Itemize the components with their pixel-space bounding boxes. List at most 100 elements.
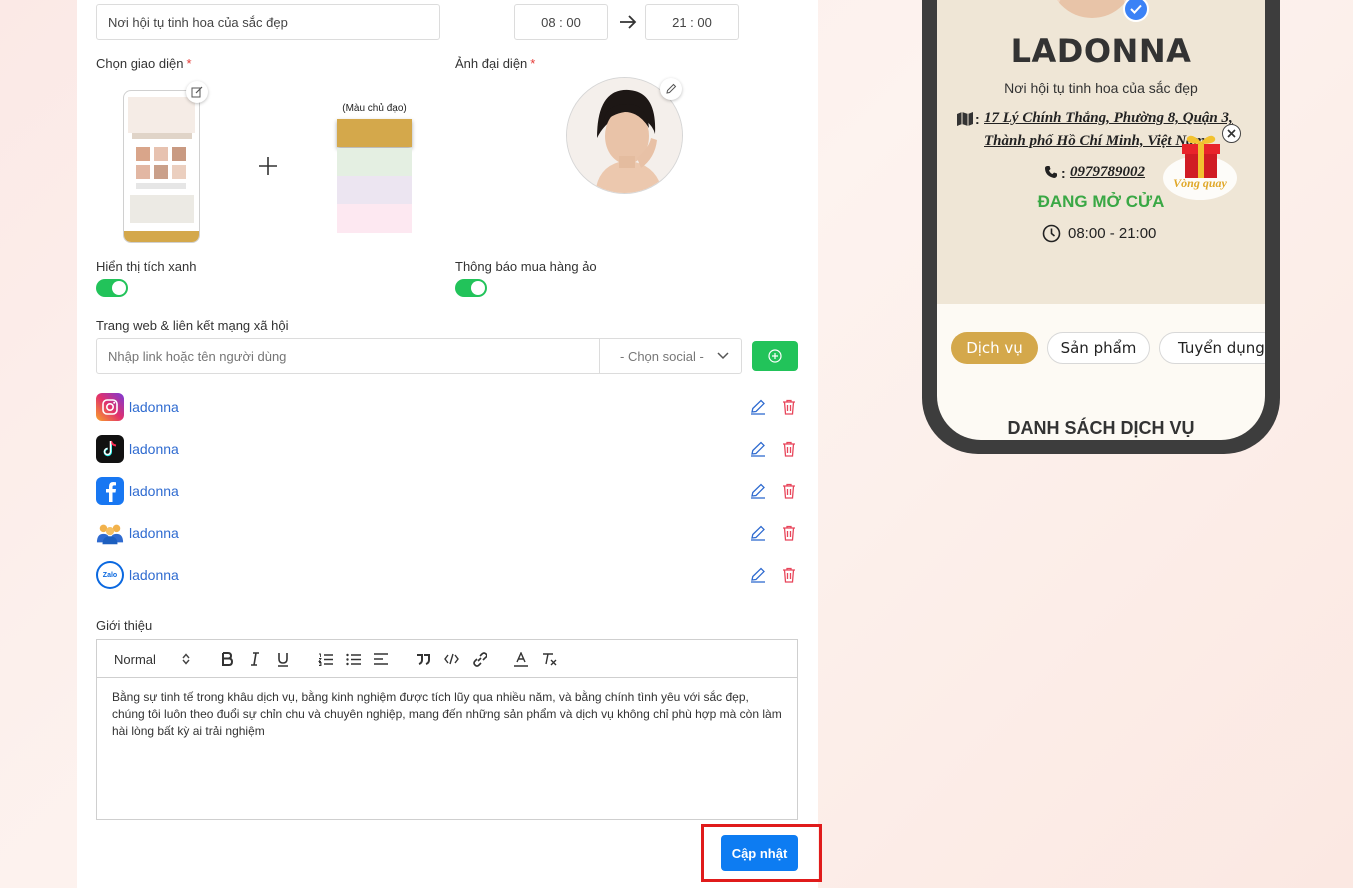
- intro-text[interactable]: Bằng sự tinh tế trong khâu dịch vụ, bằng…: [112, 689, 784, 740]
- map-icon: [957, 112, 973, 126]
- code-button[interactable]: [442, 640, 460, 678]
- blockquote-button[interactable]: [414, 640, 432, 678]
- main-color-label: (Màu chủ đạo): [342, 103, 407, 114]
- code-icon: [443, 653, 459, 665]
- clear-format-button[interactable]: [540, 640, 558, 678]
- underline-icon: [278, 652, 288, 667]
- format-select[interactable]: Normal: [114, 640, 194, 678]
- close-icon: [1227, 129, 1236, 138]
- intro-label: Giới thiệu: [96, 618, 153, 633]
- verified-toggle[interactable]: [96, 279, 128, 297]
- lucky-wheel-widget[interactable]: Vòng quay: [1159, 132, 1241, 208]
- fake-order-toggle[interactable]: [455, 279, 487, 297]
- tab-recruitment[interactable]: Tuyển dụng: [1159, 332, 1265, 364]
- social-item-name: ladonna: [129, 525, 179, 541]
- phone-prefix: :: [1061, 165, 1066, 181]
- edit-icon: [191, 86, 203, 98]
- bullet-list-button[interactable]: [344, 640, 362, 678]
- slogan-input[interactable]: Nơi hội tụ tinh hoa của sắc đẹp: [96, 4, 440, 40]
- tab-services[interactable]: Dịch vụ: [951, 332, 1038, 364]
- close-time-input[interactable]: 21 : 00: [645, 4, 739, 40]
- theme-thumbnail[interactable]: [123, 90, 200, 243]
- social-item: Zalo ladonna: [96, 560, 798, 590]
- chevron-down-icon: [717, 352, 729, 360]
- social-item-name: ladonna: [129, 483, 179, 499]
- quote-icon: [417, 654, 430, 665]
- social-link-input[interactable]: [97, 339, 599, 373]
- palette-swatch[interactable]: [337, 176, 412, 204]
- required-mark: *: [530, 56, 536, 71]
- social-input-group: - Chọn social -: [96, 338, 742, 374]
- social-select[interactable]: - Chọn social -: [599, 339, 741, 373]
- plus-icon: [259, 157, 277, 175]
- format-select-value: Normal: [114, 651, 156, 667]
- zalo-icon: Zalo: [96, 561, 124, 589]
- pencil-icon: [666, 83, 677, 94]
- arrow-right-icon: [620, 15, 637, 29]
- address-link[interactable]: 17 Lý Chính Thắng, Phường 8, Quận 3,: [984, 110, 1233, 127]
- edit-social-button[interactable]: [749, 398, 767, 416]
- text-color-icon: [514, 651, 528, 667]
- verified-label: Hiển thị tích xanh: [96, 259, 197, 274]
- delete-social-button[interactable]: [780, 398, 798, 416]
- delete-social-button[interactable]: [780, 524, 798, 542]
- social-section-label: Trang web & liên kết mạng xã hội: [96, 318, 289, 333]
- rich-text-editor: Normal Bằng sự tinh tế trong khâu dịch v…: [96, 639, 798, 820]
- link-icon: [472, 651, 487, 667]
- gift-box-icon: [1182, 135, 1220, 178]
- edit-social-button[interactable]: [749, 524, 767, 542]
- update-button[interactable]: Cập nhật: [721, 835, 798, 871]
- open-time-input[interactable]: 08 : 00: [514, 4, 608, 40]
- social-item-name: ladonna: [129, 567, 179, 583]
- avatar-edit-button[interactable]: [660, 78, 682, 100]
- ordered-list-icon: [317, 653, 333, 666]
- facebook-icon: [96, 477, 124, 505]
- profile-form: Nơi hội tụ tinh hoa của sắc đẹp 08 : 00 …: [77, 0, 822, 888]
- instagram-icon: [96, 393, 124, 421]
- edit-social-button[interactable]: [749, 440, 767, 458]
- social-item: ladonna: [96, 476, 798, 506]
- palette-swatch-main[interactable]: [337, 119, 412, 147]
- add-social-button[interactable]: [752, 341, 798, 371]
- delete-social-button[interactable]: [780, 566, 798, 584]
- theme-label-text: Chọn giao diện: [96, 56, 184, 71]
- edit-social-button[interactable]: [749, 482, 767, 500]
- social-item: ladonna: [96, 518, 798, 548]
- align-left-icon: [374, 653, 388, 665]
- clear-format-icon: [542, 653, 556, 666]
- social-select-value: - Chọn social -: [620, 348, 704, 364]
- delete-social-button[interactable]: [780, 440, 798, 458]
- theme-edit-button[interactable]: [186, 81, 208, 103]
- italic-button[interactable]: [246, 640, 264, 678]
- theme-label: Chọn giao diện *: [96, 56, 192, 71]
- align-button[interactable]: [372, 640, 390, 678]
- clock-icon: [1042, 224, 1061, 243]
- palette-swatch[interactable]: [337, 148, 412, 176]
- link-button[interactable]: [470, 640, 488, 678]
- address-prefix: :: [975, 111, 980, 127]
- tab-products[interactable]: Sản phẩm: [1047, 332, 1150, 364]
- services-section-title: DANH SÁCH DỊCH VỤ: [1007, 418, 1195, 438]
- bold-button[interactable]: [218, 640, 236, 678]
- required-mark: *: [186, 56, 192, 71]
- social-item-name: ladonna: [129, 441, 179, 457]
- text-color-button[interactable]: [512, 640, 530, 678]
- close-gift-button[interactable]: [1222, 124, 1241, 143]
- ordered-list-button[interactable]: [316, 640, 334, 678]
- edit-social-button[interactable]: [749, 566, 767, 584]
- phone-preview: LADONNA Nơi hội tụ tinh hoa của sắc đẹp …: [922, 0, 1280, 454]
- open-time-value: 08 : 00: [541, 14, 581, 30]
- tiktok-icon: [96, 435, 124, 463]
- updown-icon: [182, 653, 190, 665]
- avatar-label-text: Ảnh đại diện: [455, 56, 528, 71]
- editor-toolbar: Normal: [97, 640, 797, 678]
- phone-icon: [1045, 166, 1057, 178]
- lucky-wheel-label: Vòng quay: [1173, 176, 1227, 190]
- color-palette[interactable]: [337, 119, 412, 233]
- bullet-list-icon: [345, 653, 361, 665]
- palette-swatch[interactable]: [337, 204, 412, 233]
- bold-icon: [222, 652, 233, 666]
- phone-link[interactable]: 0979789002: [1070, 164, 1145, 181]
- delete-social-button[interactable]: [780, 482, 798, 500]
- underline-button[interactable]: [274, 640, 292, 678]
